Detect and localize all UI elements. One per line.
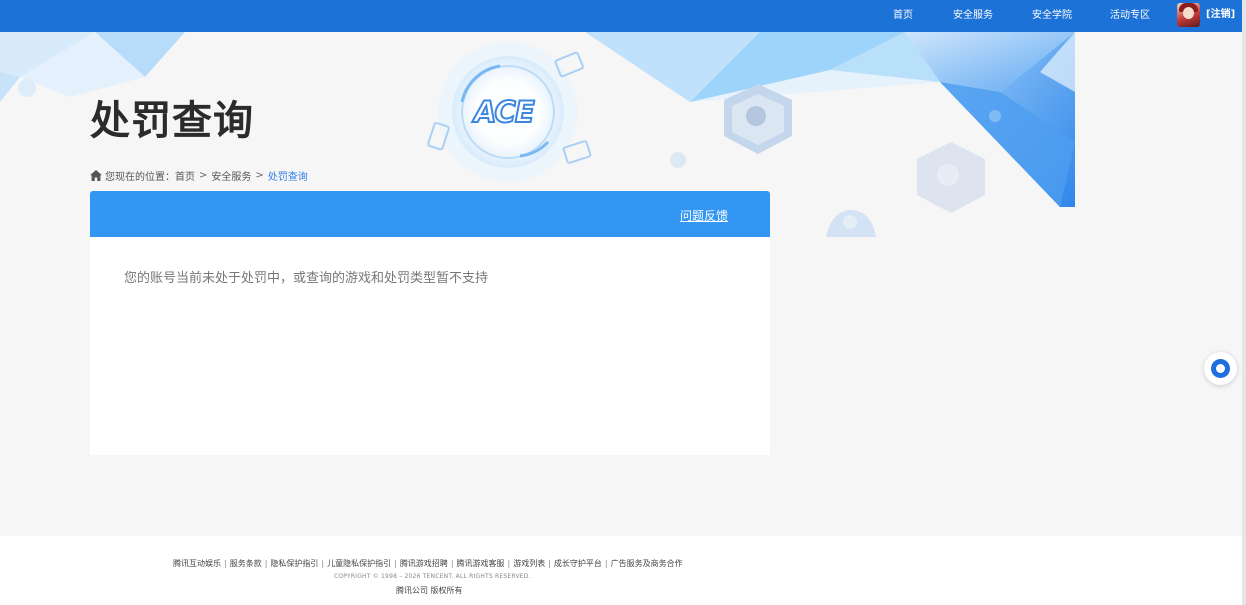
- nav-item-events[interactable]: 活动专区: [1110, 0, 1150, 32]
- footer-separator: |: [224, 559, 227, 568]
- breadcrumb-prefix: 您现在的位置：: [105, 172, 175, 183]
- copyright-text: COPYRIGHT © 1998 – 2026 TENCENT. ALL RIG…: [334, 573, 531, 580]
- footer: 腾讯互动娱乐 | 服务条款 | 隐私保护指引 | 儿童隐私保护指引 | 腾讯游戏招聘 | 腾讯游戏客…: [0, 536, 1242, 605]
- footer-separator: |: [450, 559, 454, 568]
- footer-link-child-privacy[interactable]: 儿童隐私保护指引: [327, 559, 391, 568]
- scrollbar[interactable]: [1242, 0, 1246, 605]
- footer-link-terms[interactable]: 服务条款: [230, 559, 262, 568]
- avatar[interactable]: [1177, 3, 1200, 27]
- breadcrumb-separator: >: [255, 170, 264, 181]
- footer-link-tencent-ent[interactable]: 腾讯互动娱乐: [173, 559, 221, 568]
- breadcrumb: 您现在的位置： 首页 > 安全服务 > 处罚查询: [90, 168, 308, 183]
- breadcrumb-separator: >: [199, 170, 208, 181]
- footer-link-support[interactable]: 腾讯游戏客服: [457, 559, 505, 568]
- floating-help-button[interactable]: [1204, 352, 1237, 385]
- footer-links: 腾讯互动娱乐 | 服务条款 | 隐私保护指引 | 儿童隐私保护指引 | 腾讯游戏招聘 | 腾讯游戏客…: [173, 558, 683, 569]
- footer-link-ads[interactable]: 广告服务及商务合作: [611, 559, 683, 568]
- result-card-body: 您的账号当前未处于处罚中，或查询的游戏和处罚类型暂不支持: [90, 237, 770, 455]
- footer-separator: |: [321, 559, 325, 568]
- footer-separator: |: [264, 559, 268, 568]
- top-nav: 首页 安全服务 安全学院 活动专区 [注销]: [0, 0, 1242, 32]
- owner-text: 腾讯公司 版权所有: [396, 586, 463, 595]
- logout-link[interactable]: [注销]: [1206, 0, 1235, 32]
- breadcrumb-security-services[interactable]: 安全服务: [211, 168, 251, 183]
- footer-separator: |: [604, 559, 608, 568]
- result-message: 您的账号当前未处于处罚中，或查询的游戏和处罚类型暂不支持: [124, 271, 489, 286]
- nav-item-security-services[interactable]: 安全服务: [953, 0, 993, 32]
- ace-logo-text: ACE: [473, 94, 536, 130]
- footer-separator: |: [394, 559, 397, 568]
- footer-link-growth-guard[interactable]: 成长守护平台: [554, 559, 602, 568]
- breadcrumb-current: 处罚查询: [267, 172, 308, 183]
- footer-link-privacy[interactable]: 隐私保护指引: [270, 559, 318, 568]
- chat-icon: [1211, 359, 1230, 378]
- feedback-link[interactable]: 问题反馈: [680, 207, 728, 224]
- avatar-face: [1183, 7, 1194, 19]
- nav-item-home[interactable]: 首页: [893, 0, 913, 32]
- footer-separator: |: [548, 559, 551, 568]
- home-icon: [90, 170, 102, 181]
- breadcrumb-home[interactable]: 首页: [175, 168, 195, 183]
- page-title: 处罚查询: [90, 98, 254, 144]
- result-card-header: 问题反馈: [90, 191, 770, 237]
- footer-link-jobs[interactable]: 腾讯游戏招聘: [400, 559, 448, 568]
- footer-separator: |: [507, 559, 511, 568]
- nav-item-security-academy[interactable]: 安全学院: [1032, 0, 1072, 32]
- footer-link-game-list[interactable]: 游戏列表: [513, 559, 545, 568]
- ace-logo: ACE: [473, 94, 546, 130]
